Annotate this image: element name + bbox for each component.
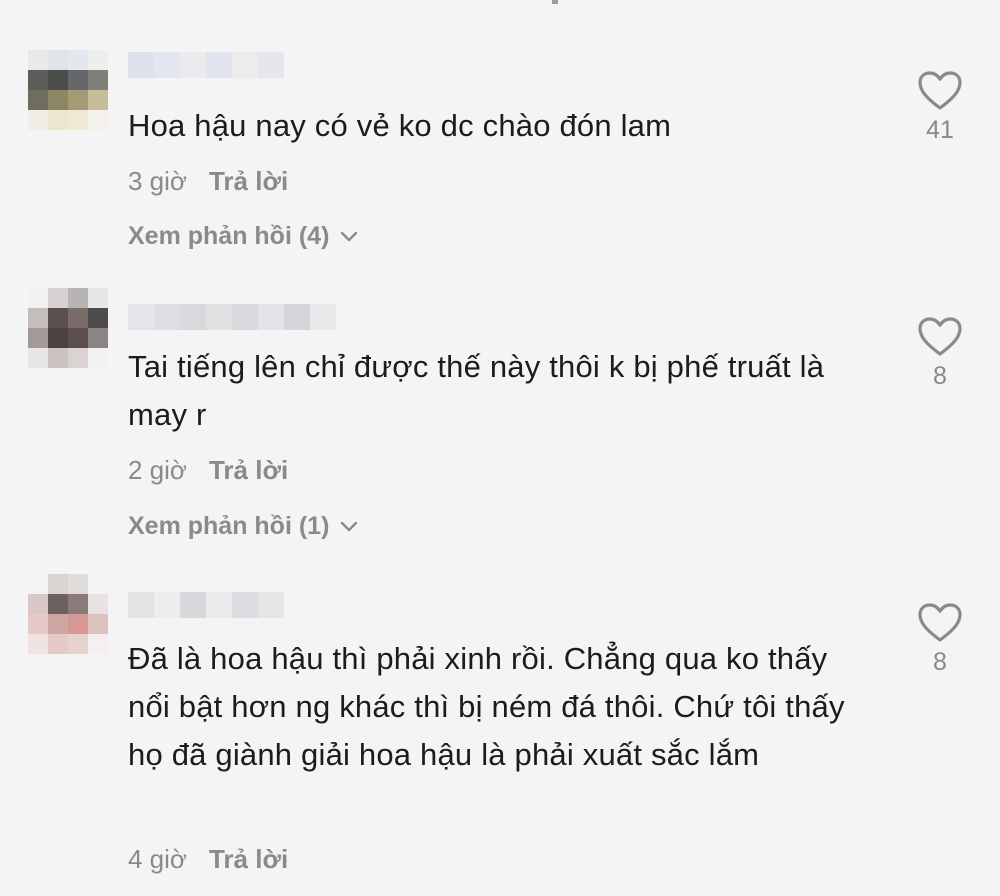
comment-meta: 3 giờ Trả lời xyxy=(128,166,288,197)
comment-item: Đã là hoa hậu thì phải xinh rồi. Chẳng q… xyxy=(0,574,1000,896)
comment-item: Hoa hậu nay có vẻ ko dc chào đón lam 3 g… xyxy=(0,0,1000,290)
reply-button[interactable]: Trả lời xyxy=(209,166,288,197)
like-button[interactable]: 8 xyxy=(912,602,968,677)
heart-outline-icon[interactable] xyxy=(917,602,963,644)
comment-text: Đã là hoa hậu thì phải xinh rồi. Chẳng q… xyxy=(128,641,845,772)
comment-time: 2 giờ xyxy=(128,455,187,485)
reply-button[interactable]: Trả lời xyxy=(209,455,288,486)
avatar[interactable] xyxy=(28,50,108,130)
reply-button[interactable]: Trả lời xyxy=(209,844,288,875)
comment-list: Hoa hậu nay có vẻ ko dc chào đón lam 3 g… xyxy=(0,0,1000,896)
comment-time: 3 giờ xyxy=(128,166,187,196)
comment-meta: 4 giờ Trả lời xyxy=(128,844,288,875)
like-button[interactable]: 8 xyxy=(912,316,968,391)
like-button[interactable]: 41 xyxy=(912,70,968,145)
like-count: 8 xyxy=(933,648,947,676)
username-blurred[interactable] xyxy=(128,592,284,618)
like-count: 41 xyxy=(926,116,954,144)
comment-meta: 2 giờ Trả lời xyxy=(128,455,288,486)
avatar[interactable] xyxy=(28,574,108,654)
comment-time: 4 giờ xyxy=(128,844,187,874)
chevron-down-icon xyxy=(341,231,358,241)
view-replies-button[interactable]: Xem phản hồi (4) xyxy=(128,222,359,251)
username-blurred[interactable] xyxy=(128,304,336,330)
comment-item: Tai tiếng lên chỉ được thế này thôi k bị… xyxy=(0,288,1000,580)
heart-outline-icon[interactable] xyxy=(917,316,963,358)
view-replies-label: Xem phản hồi (1) xyxy=(128,512,330,540)
chevron-down-icon xyxy=(341,521,358,531)
like-count: 8 xyxy=(933,362,947,390)
username-blurred[interactable] xyxy=(128,52,284,78)
view-replies-button[interactable]: Xem phản hồi (1) xyxy=(128,512,359,541)
comment-text: Tai tiếng lên chỉ được thế này thôi k bị… xyxy=(128,349,825,432)
avatar[interactable] xyxy=(28,288,108,368)
heart-outline-icon[interactable] xyxy=(917,70,963,112)
view-replies-label: Xem phản hồi (4) xyxy=(128,222,330,250)
comment-text: Hoa hậu nay có vẻ ko dc chào đón lam xyxy=(128,108,672,143)
